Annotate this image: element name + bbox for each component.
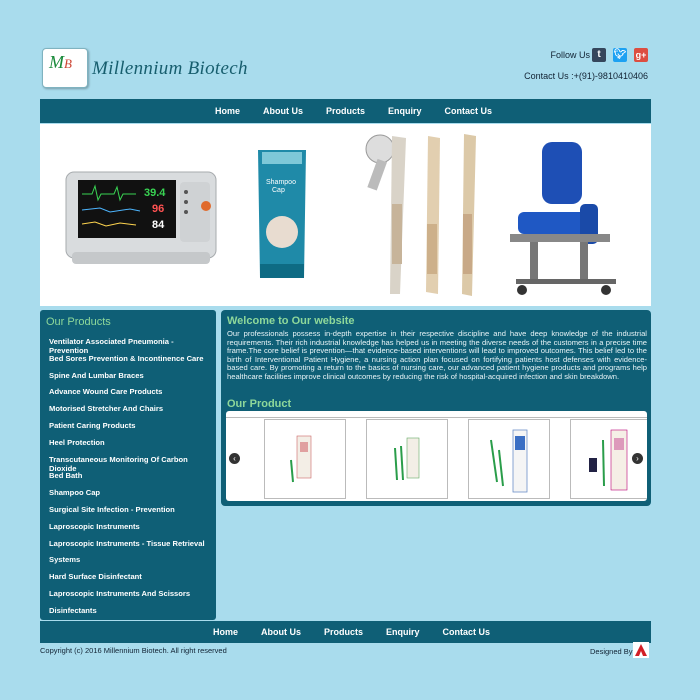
designer-logo-icon[interactable] — [633, 642, 649, 658]
monitor-reading-1: 39.4 — [144, 187, 166, 199]
sidebar-item-shampoo-cap[interactable]: Shampoo Cap — [49, 488, 214, 505]
sidebar-item-tissue-retrieval[interactable]: Laproscopic Instruments - Tissue Retriev… — [49, 539, 214, 556]
sidebar-item-surgical-site[interactable]: Surgical Site Infection - Prevention — [49, 505, 214, 522]
sidebar-item-co2-monitoring[interactable]: Transcutaneous Monitoring Of Carbon Diox… — [49, 455, 214, 473]
tumblr-icon[interactable]: t — [592, 48, 606, 62]
footer-nav-enquiry[interactable]: Enquiry — [386, 621, 420, 643]
product-image — [490, 429, 528, 493]
banner-slider: 39.4 96 84 Shampoo Cap — [40, 124, 651, 306]
products-sidebar: Our Products Ventilator Associated Pneum… — [40, 310, 216, 620]
svg-text:Shampoo: Shampoo — [266, 179, 296, 186]
nav-home[interactable]: Home — [215, 99, 240, 123]
sidebar-title: Our Products — [46, 316, 111, 328]
shampoo-cap-image: Shampoo Cap — [258, 150, 306, 278]
sidebar-item-wound-care[interactable]: Advance Wound Care Products — [49, 387, 214, 404]
designed-by-label: Designed By — [590, 647, 633, 656]
footer-nav-home[interactable]: Home — [213, 621, 238, 643]
footer-nav-about-us[interactable]: About Us — [261, 621, 301, 643]
sidebar-item-patient-caring[interactable]: Patient Caring Products — [49, 421, 214, 438]
sidebar-item-heel-protection[interactable]: Heel Protection — [49, 438, 214, 455]
main-nav: Home About Us Products Enquiry Contact U… — [40, 99, 651, 123]
motorised-chair-image — [510, 142, 616, 295]
brand-name: Millennium Biotech — [92, 58, 248, 79]
welcome-title: Welcome to Our website — [227, 315, 355, 327]
twitter-icon[interactable]: 🐦︎ — [613, 48, 627, 62]
carousel-prev-button[interactable]: ‹ — [229, 453, 240, 464]
footer-nav-products[interactable]: Products — [324, 621, 363, 643]
footer-nav: Home About Us Products Enquiry Contact U… — [40, 621, 651, 643]
welcome-text: Our professionals possess in-depth exper… — [227, 329, 647, 381]
sidebar-item-hard-surface[interactable]: Hard Surface Disinfectant — [49, 572, 214, 589]
sidebar-item-laproscopic[interactable]: Laproscopic Instruments — [49, 522, 214, 539]
carousel-next-button[interactable]: › — [632, 453, 643, 464]
svg-text:Cap: Cap — [272, 187, 285, 194]
copyright-text: Copyright (c) 2016 Millennium Biotech. A… — [40, 646, 227, 655]
product-image — [290, 435, 312, 483]
sidebar-item-stretcher-chairs[interactable]: Motorised Stretcher And Chairs — [49, 404, 214, 421]
product-card[interactable] — [468, 419, 550, 499]
nav-about-us[interactable]: About Us — [263, 99, 303, 123]
monitor-reading-3: 84 — [152, 219, 165, 231]
contact-phone: Contact Us :+(91)-9810410406 — [524, 71, 648, 81]
sidebar-item-systems[interactable]: Systems — [49, 555, 214, 572]
monitor-reading-2: 96 — [152, 203, 164, 215]
product-image — [394, 437, 420, 481]
welcome-section: Welcome to Our website Our professionals… — [221, 310, 651, 506]
sidebar-item-scissors[interactable]: Laproscopic Instruments And Scissors — [49, 589, 214, 606]
footer-nav-contact-us[interactable]: Contact Us — [443, 621, 491, 643]
product-card[interactable] — [264, 419, 346, 499]
follow-us-label: Follow Us — [550, 50, 590, 60]
banner-image: 39.4 96 84 Shampoo Cap — [65, 134, 616, 296]
product-carousel: ‹ › — [226, 411, 647, 501]
sidebar-item-spine-braces[interactable]: Spine And Lumbar Braces — [49, 371, 214, 388]
sidebar-item-ventilator-pneumonia[interactable]: Ventilator Associated Pneumonia - Preven… — [49, 337, 214, 355]
product-title: Our Product — [227, 398, 292, 410]
nav-products[interactable]: Products — [326, 99, 365, 123]
sidebar-item-bed-bath[interactable]: Bed Bath — [49, 471, 214, 488]
swabs-image — [365, 134, 476, 296]
nav-contact-us[interactable]: Contact Us — [445, 99, 493, 123]
nav-enquiry[interactable]: Enquiry — [388, 99, 422, 123]
sidebar-item-bed-sores[interactable]: Bed Sores Prevention & Incontinence Care — [49, 354, 214, 371]
patient-monitor-image: 39.4 96 84 — [65, 171, 217, 264]
google-plus-icon[interactable]: g+ — [634, 48, 648, 62]
product-card[interactable] — [366, 419, 448, 499]
logo-mark: MMBB — [49, 52, 72, 72]
